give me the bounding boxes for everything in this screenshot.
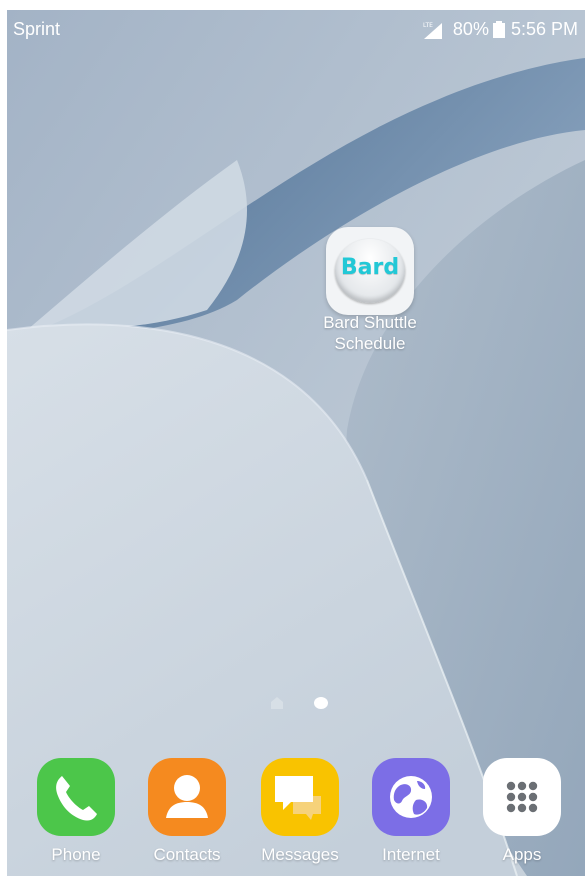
dock-internet-label: Internet xyxy=(382,845,440,864)
dock-contacts[interactable]: Contacts xyxy=(147,758,227,865)
dock-contacts-label: Contacts xyxy=(153,845,221,864)
carrier-name: Sprint xyxy=(13,19,61,39)
bard-shuttle-app-icon[interactable]: Bard xyxy=(326,227,414,315)
bard-shuttle-app-label[interactable]: Bard Shuttle Schedule xyxy=(290,312,450,354)
dock-phone[interactable]: Phone xyxy=(36,758,116,865)
contacts-icon xyxy=(148,758,226,836)
dock-apps[interactable]: Apps xyxy=(482,758,562,865)
lte-badge: LTE xyxy=(423,22,433,29)
dock-messages-label: Messages xyxy=(261,845,339,864)
messages-icon xyxy=(261,758,339,836)
internet-icon xyxy=(372,758,450,836)
page-indicator-dot[interactable] xyxy=(314,697,328,709)
status-bar: Sprint LTE 80% 5:56 PM xyxy=(7,10,585,48)
clock: 5:56 PM xyxy=(510,19,578,39)
status-indicators: LTE 80% 5:56 PM xyxy=(420,19,578,40)
dock-apps-label: Apps xyxy=(502,845,542,864)
home-page-indicator-icon[interactable] xyxy=(270,696,284,710)
app-label-line1: Bard Shuttle xyxy=(323,313,417,332)
battery-icon xyxy=(492,21,505,38)
dock-internet[interactable]: Internet xyxy=(371,758,451,865)
phone-icon xyxy=(37,758,115,836)
battery-percent: 80% xyxy=(452,19,489,39)
dock-phone-label: Phone xyxy=(51,845,101,864)
home-screen: Sprint LTE 80% 5:56 PM Bard Bard Shuttle… xyxy=(7,10,585,876)
app-label-line2: Schedule xyxy=(334,334,406,353)
apps-grid-icon xyxy=(483,758,561,836)
wallpaper xyxy=(7,10,585,876)
bard-logo-icon: Bard xyxy=(335,239,405,303)
bard-logo-text: Bard xyxy=(340,255,400,280)
signal-strength-icon: LTE xyxy=(423,22,442,39)
dock-messages[interactable]: Messages xyxy=(260,758,340,865)
